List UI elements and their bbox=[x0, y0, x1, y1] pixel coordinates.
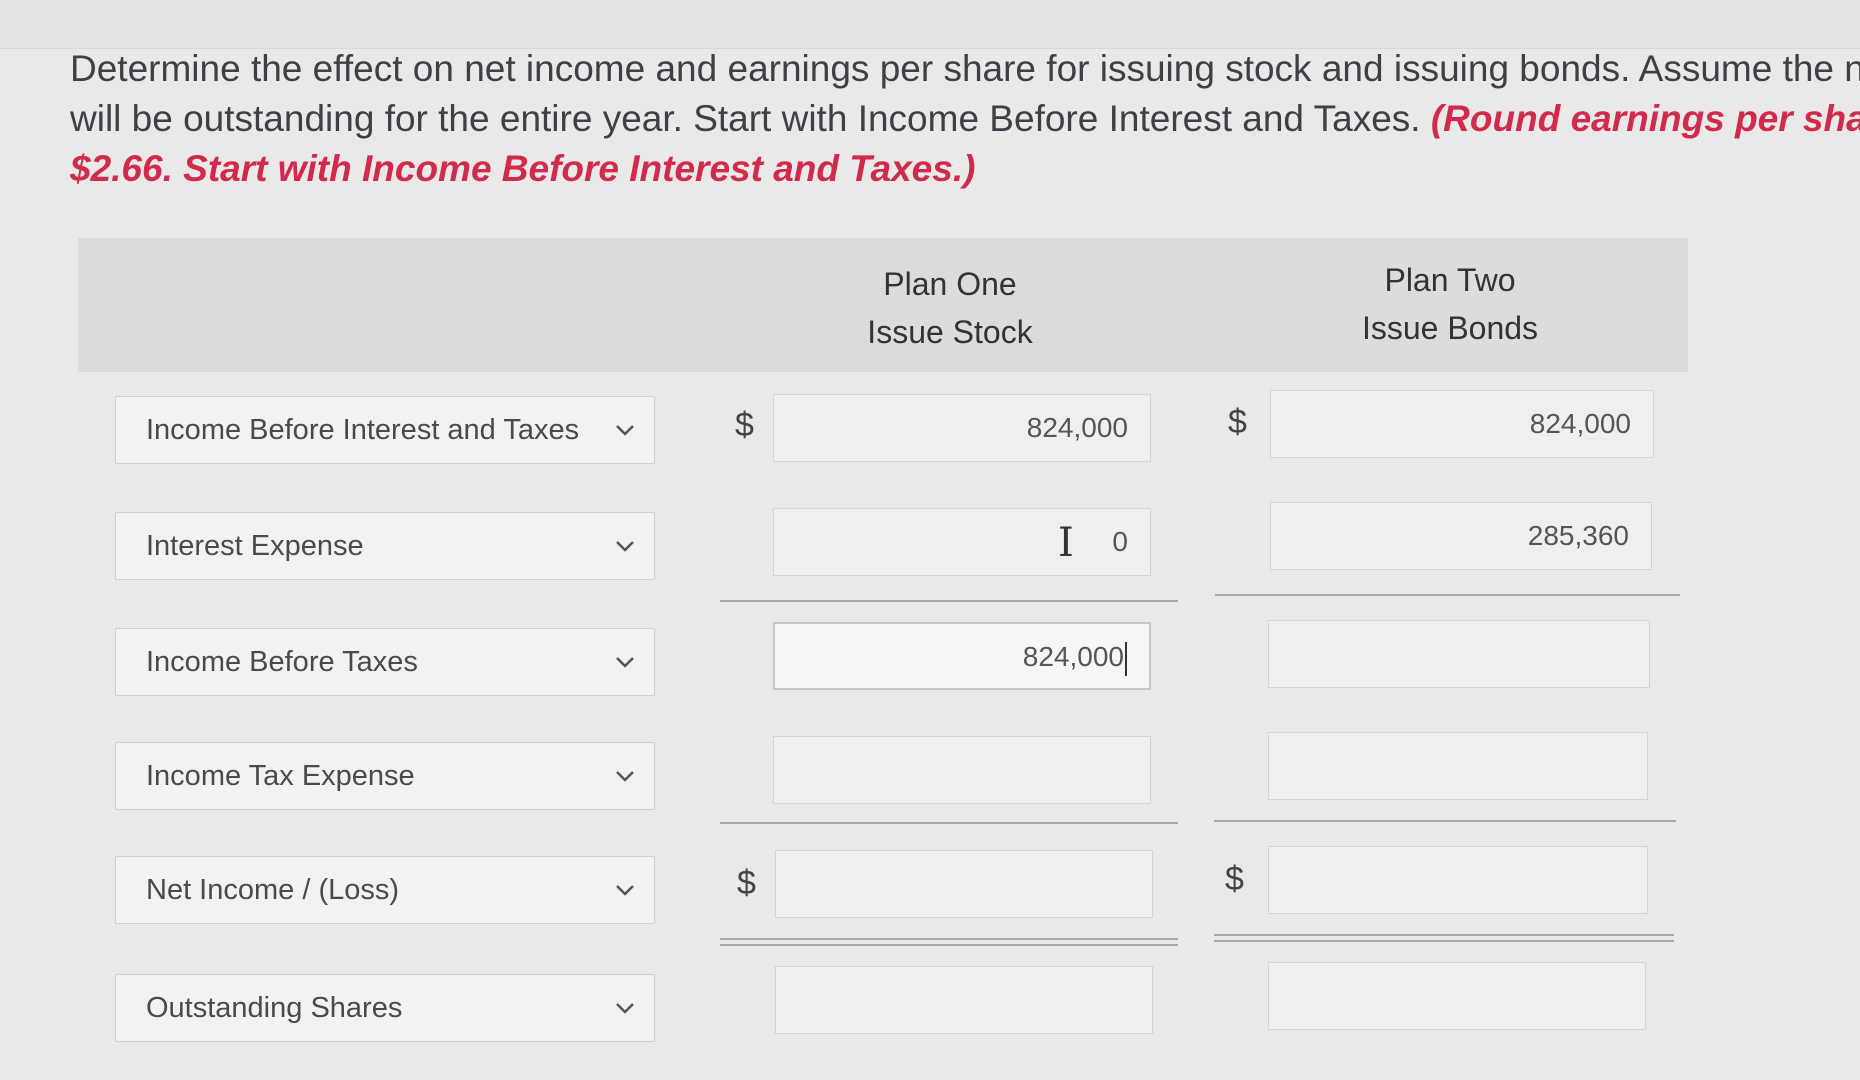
row-label-select-income-tax-expense[interactable]: Income Tax Expense bbox=[115, 742, 655, 810]
plan-one-income-before-taxes-input[interactable]: 824,000 bbox=[773, 622, 1151, 690]
question-prompt: Determine the effect on net income and e… bbox=[70, 44, 1860, 194]
plan-one-header: Plan One Issue Stock bbox=[835, 260, 1065, 356]
plan-two-income-tax-expense-input[interactable] bbox=[1268, 732, 1648, 800]
row-label-select-income-before-interest[interactable]: Income Before Interest and Taxes bbox=[115, 396, 655, 464]
subtotal-rule bbox=[720, 600, 1178, 602]
row-label-select-net-income[interactable]: Net Income / (Loss) bbox=[115, 856, 655, 924]
prompt-line-2-text: will be outstanding for the entire year.… bbox=[70, 98, 1421, 139]
plan-one-income-before-taxes-value: 824,000 bbox=[1022, 641, 1124, 672]
double-rule-bottom bbox=[720, 944, 1178, 946]
plan-two-header: Plan Two Issue Bonds bbox=[1330, 256, 1570, 352]
double-rule-top bbox=[720, 938, 1178, 940]
top-toolbar-band bbox=[0, 0, 1860, 49]
plan-two-income-before-taxes-input[interactable] bbox=[1268, 620, 1650, 688]
prompt-line-1: Determine the effect on net income and e… bbox=[70, 48, 1860, 89]
subtotal-rule bbox=[1215, 594, 1680, 596]
row-label-select-income-before-taxes[interactable]: Income Before Taxes bbox=[115, 628, 655, 696]
double-rule-bottom bbox=[1214, 940, 1674, 942]
subtotal-rule bbox=[720, 822, 1178, 824]
row-label: Outstanding Shares bbox=[146, 991, 403, 1024]
plan-one-income-before-interest-input[interactable]: 824,000 bbox=[773, 394, 1151, 462]
plan-two-income-before-interest-input[interactable]: 824,000 bbox=[1270, 390, 1654, 458]
plan-one-title: Plan One bbox=[883, 266, 1017, 302]
plan-one-net-income-input[interactable] bbox=[775, 850, 1153, 918]
chevron-down-icon bbox=[616, 1003, 634, 1014]
prompt-line-2: will be outstanding for the entire year.… bbox=[70, 94, 1860, 144]
plan-two-subtitle: Issue Bonds bbox=[1361, 310, 1539, 346]
plan-two-title: Plan Two bbox=[1384, 262, 1516, 298]
row-label: Income Before Taxes bbox=[146, 645, 418, 678]
row-label: Income Tax Expense bbox=[146, 759, 415, 792]
currency-symbol: $ bbox=[1225, 860, 1244, 898]
rounding-hint-line-3: $2.66. Start with Income Before Interest… bbox=[70, 148, 976, 189]
row-label: Net Income / (Loss) bbox=[146, 873, 400, 906]
chevron-down-icon bbox=[616, 425, 634, 436]
row-label-select-outstanding-shares[interactable]: Outstanding Shares bbox=[115, 974, 655, 1042]
rounding-hint: (Round earnings per share to 2 decir bbox=[1430, 98, 1860, 139]
text-cursor-icon: I bbox=[1058, 520, 1074, 566]
plan-two-interest-expense-input[interactable]: 285,360 bbox=[1270, 502, 1652, 570]
row-label-select-interest-expense[interactable]: Interest Expense bbox=[115, 512, 655, 580]
plan-one-subtitle: Issue Stock bbox=[867, 314, 1033, 350]
row-label: Interest Expense bbox=[146, 529, 364, 562]
plan-one-income-tax-expense-input[interactable] bbox=[773, 736, 1151, 804]
double-rule-top bbox=[1214, 934, 1674, 936]
plan-one-interest-expense-input[interactable]: 0 bbox=[773, 508, 1151, 576]
chevron-down-icon bbox=[616, 657, 634, 668]
currency-symbol: $ bbox=[737, 864, 756, 902]
currency-symbol: $ bbox=[735, 406, 754, 444]
chevron-down-icon bbox=[616, 885, 634, 896]
plan-one-outstanding-shares-input[interactable] bbox=[775, 966, 1153, 1034]
text-caret bbox=[1125, 641, 1127, 676]
plan-two-net-income-input[interactable] bbox=[1268, 846, 1648, 914]
subtotal-rule bbox=[1214, 820, 1676, 822]
chevron-down-icon bbox=[616, 771, 634, 782]
currency-symbol: $ bbox=[1228, 403, 1247, 441]
chevron-down-icon bbox=[616, 541, 634, 552]
plan-two-outstanding-shares-input[interactable] bbox=[1268, 962, 1646, 1030]
row-label: Income Before Interest and Taxes bbox=[146, 413, 580, 446]
